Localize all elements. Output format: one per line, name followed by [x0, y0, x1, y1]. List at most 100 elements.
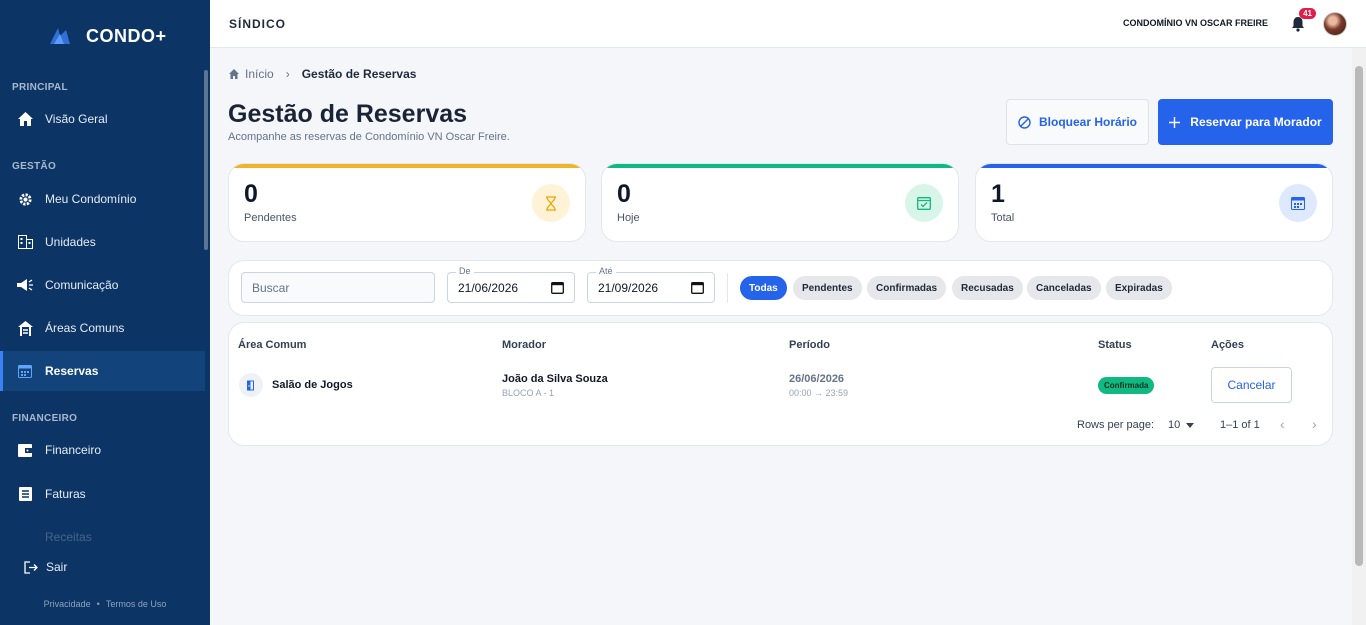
sidebar-item-faturas[interactable]: Faturas	[0, 474, 205, 514]
divider	[727, 273, 728, 303]
calendar-icon[interactable]	[551, 281, 564, 294]
filter-chip-todas[interactable]: Todas	[740, 276, 787, 300]
legal-links: Privacidade • Termos de Uso	[43, 599, 167, 609]
sidebar: CONDO+ PRINCIPAL Visão Geral GESTÃO Meu …	[0, 0, 210, 625]
reservation-time: 00:00 → 23:59	[789, 388, 849, 398]
home-icon	[16, 110, 34, 128]
privacy-link[interactable]: Privacidade	[44, 599, 91, 609]
reserve-for-resident-button[interactable]: Reservar para Morador	[1158, 99, 1333, 145]
sidebar-item-visao-geral[interactable]: Visão Geral	[0, 99, 205, 139]
date-from-input[interactable]: De 21/06/2026	[447, 266, 575, 303]
stat-label: Pendentes	[244, 212, 297, 224]
sidebar-item-financeiro[interactable]: Financeiro	[0, 430, 205, 470]
sidebar-item-receitas[interactable]: Receitas	[0, 517, 205, 557]
breadcrumb-current: Gestão de Reservas	[301, 67, 417, 81]
sidebar-item-label: Visão Geral	[45, 112, 108, 126]
logout-label: Sair	[46, 560, 68, 574]
sidebar-item-reservas[interactable]: Reservas	[0, 351, 205, 391]
filter-chip-expiradas[interactable]: Expiradas	[1106, 276, 1172, 300]
notification-badge: 41	[1299, 8, 1316, 19]
block-time-label: Bloquear Horário	[1038, 115, 1137, 129]
sidebar-item-label: Reservas	[45, 364, 99, 378]
section-principal: PRINCIPAL	[12, 82, 68, 93]
calendar-icon	[16, 362, 34, 380]
building-icon	[16, 233, 34, 251]
filter-bar: Buscar De 21/06/2026 Até 21/09/2026 Toda…	[228, 260, 1333, 316]
calendar-icon[interactable]	[691, 281, 704, 294]
next-page-button[interactable]: ›	[1312, 416, 1317, 432]
reservation-date: 26/06/2026	[789, 373, 845, 385]
cancel-button[interactable]: Cancelar	[1211, 367, 1292, 403]
column-header[interactable]: Morador	[502, 339, 546, 351]
breadcrumb: Início › Gestão de Reservas	[229, 67, 416, 81]
search-input[interactable]: Buscar	[241, 272, 435, 303]
column-header: Ações	[1211, 339, 1245, 351]
filter-chip-confirmadas[interactable]: Confirmadas	[867, 276, 947, 300]
breadcrumb-home[interactable]: Início	[245, 67, 274, 81]
resident-name: João da Silva Souza	[502, 373, 608, 385]
column-header[interactable]: Status	[1098, 339, 1132, 351]
block-time-button[interactable]: Bloquear Horário	[1006, 99, 1149, 145]
logout-button[interactable]: Sair	[24, 560, 67, 574]
stat-card-pending: 0 Pendentes	[228, 163, 586, 242]
sidebar-item-label: Áreas Comuns	[45, 321, 125, 335]
column-header[interactable]: Período	[789, 339, 830, 351]
logo-icon	[50, 28, 70, 44]
area-name: Salão de Jogos	[272, 379, 353, 391]
date-to-label: Até	[596, 266, 616, 276]
reserve-for-resident-label: Reservar para Morador	[1190, 115, 1322, 129]
calendar-icon	[1279, 184, 1317, 222]
chevron-right-icon: ›	[285, 67, 290, 81]
scrollbar-thumb[interactable]	[1355, 66, 1363, 566]
rows-per-page-value: 10	[1168, 419, 1181, 431]
date-from-value: 21/06/2026	[458, 280, 519, 295]
pool-house-icon	[16, 319, 34, 337]
gear-icon	[16, 190, 34, 208]
previous-page-button[interactable]: ‹	[1280, 416, 1285, 432]
top-bar: SÍNDICO CONDOMÍNIO VN OSCAR FREIRE 41	[210, 0, 1366, 48]
stat-label: Total	[991, 212, 1015, 224]
stat-accent-bar	[229, 164, 585, 168]
filter-chip-canceladas[interactable]: Canceladas	[1027, 276, 1101, 300]
page-title: Gestão de Reservas	[228, 100, 468, 128]
stat-value: 0	[244, 180, 258, 208]
calendar-check-icon	[905, 184, 943, 222]
brand[interactable]: CONDO+	[46, 22, 167, 50]
block-icon	[1018, 115, 1031, 129]
condominium-selector[interactable]: CONDOMÍNIO VN OSCAR FREIRE	[1123, 18, 1268, 28]
date-to-input[interactable]: Até 21/09/2026	[587, 266, 715, 303]
section-gestao: GESTÃO	[12, 161, 57, 172]
user-role: SÍNDICO	[229, 17, 287, 31]
section-financeiro: FINANCEIRO	[12, 413, 78, 424]
terms-link[interactable]: Termos de Uso	[106, 599, 167, 609]
page-subtitle: Acompanhe as reservas de Condomínio VN O…	[228, 131, 510, 143]
stat-value: 0	[617, 180, 631, 208]
logout-icon	[24, 560, 38, 574]
hourglass-icon	[532, 184, 570, 222]
sidebar-item-label: Receitas	[45, 530, 92, 544]
main-scrollbar[interactable]	[1352, 48, 1366, 625]
stat-value: 1	[991, 180, 1005, 208]
filter-chip-pendentes[interactable]: Pendentes	[793, 276, 862, 300]
rows-per-page-select[interactable]: 10	[1168, 419, 1195, 431]
stat-accent-bar	[602, 164, 958, 168]
column-header[interactable]: Área Comum	[238, 339, 306, 351]
door-icon	[239, 373, 263, 397]
sidebar-item-unidades[interactable]: Unidades	[0, 222, 205, 262]
sidebar-item-meu-condominio[interactable]: Meu Condomínio	[0, 179, 205, 219]
sidebar-item-label: Comunicação	[45, 278, 119, 292]
stat-card-total: 1 Total	[975, 163, 1333, 242]
reservations-table: Área Comum Morador Período Status Ações …	[228, 322, 1333, 446]
filter-chip-recusadas[interactable]: Recusadas	[952, 276, 1023, 300]
rows-per-page-label: Rows per page:	[1077, 419, 1155, 431]
sidebar-item-areas-comuns[interactable]: Áreas Comuns	[0, 308, 205, 348]
receipt-icon	[16, 528, 34, 546]
sidebar-item-label: Financeiro	[45, 443, 102, 457]
sidebar-item-label: Faturas	[45, 487, 86, 501]
date-to-value: 21/09/2026	[598, 280, 659, 295]
sidebar-item-comunicacao[interactable]: Comunicação	[0, 265, 205, 305]
plus-icon	[1169, 116, 1181, 128]
stat-accent-bar	[976, 164, 1332, 168]
avatar[interactable]	[1323, 12, 1347, 36]
brand-name: CONDO+	[86, 25, 167, 46]
